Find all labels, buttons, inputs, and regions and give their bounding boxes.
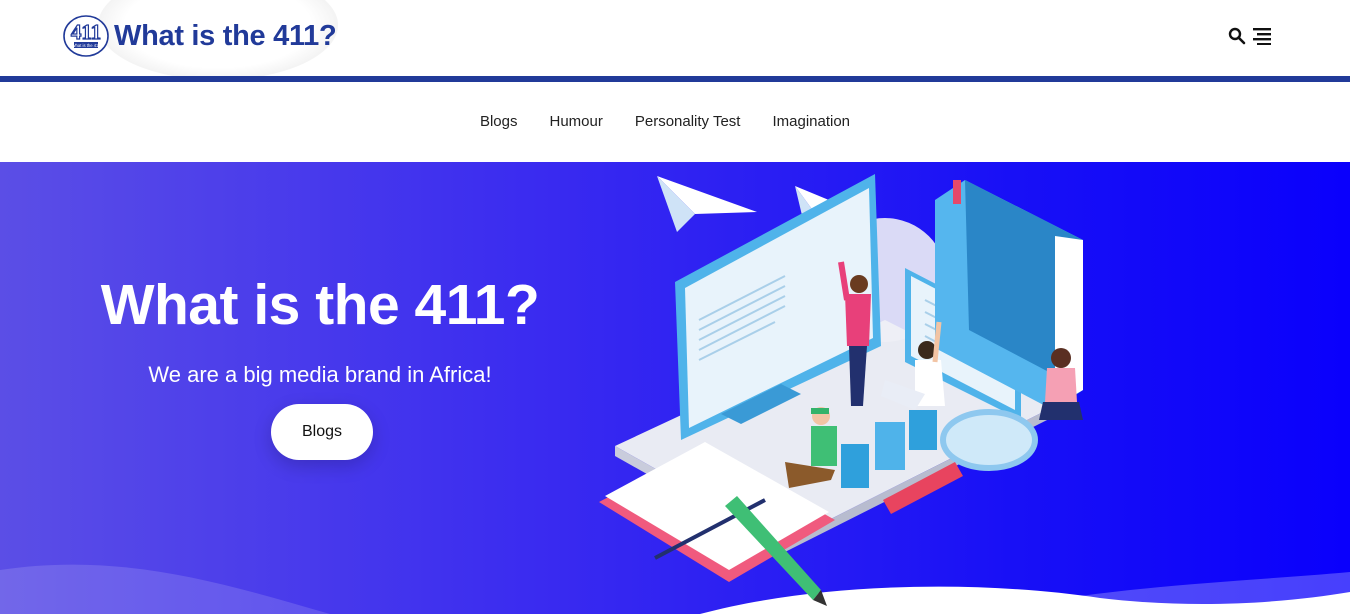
site-header: 411 What is the 411 What is the 411? (0, 0, 1350, 80)
hero-title: What is the 411? (100, 273, 540, 337)
logo-numerals: 411 (71, 20, 101, 44)
nav-item-blogs[interactable]: Blogs (464, 113, 534, 130)
nav-list: Blogs Humour Personality Test Imaginatio… (464, 113, 866, 131)
logo-tagline: What is the 411 (72, 43, 101, 48)
nav-item-personality-test[interactable]: Personality Test (619, 113, 757, 130)
menu-button[interactable] (1250, 23, 1274, 49)
search-button[interactable] (1226, 23, 1248, 49)
main-nav: Blogs Humour Personality Test Imaginatio… (0, 82, 1350, 162)
hero-subtitle: We are a big media brand in Africa! (148, 362, 492, 387)
header-actions (1226, 22, 1274, 50)
hero-banner: What is the 411? We are a big media bran… (0, 162, 1350, 614)
menu-icon (1253, 28, 1271, 45)
hero-illustration (599, 174, 1083, 606)
hero-blogs-button[interactable]: Blogs (271, 404, 373, 460)
brand-home-link[interactable]: 411 What is the 411 What is the 411? (62, 14, 337, 58)
site-logo: 411 What is the 411 (63, 15, 109, 57)
site-title: What is the 411? (114, 19, 337, 52)
search-icon (1228, 27, 1246, 45)
nav-item-imagination[interactable]: Imagination (756, 113, 866, 130)
nav-item-humour[interactable]: Humour (534, 113, 619, 130)
